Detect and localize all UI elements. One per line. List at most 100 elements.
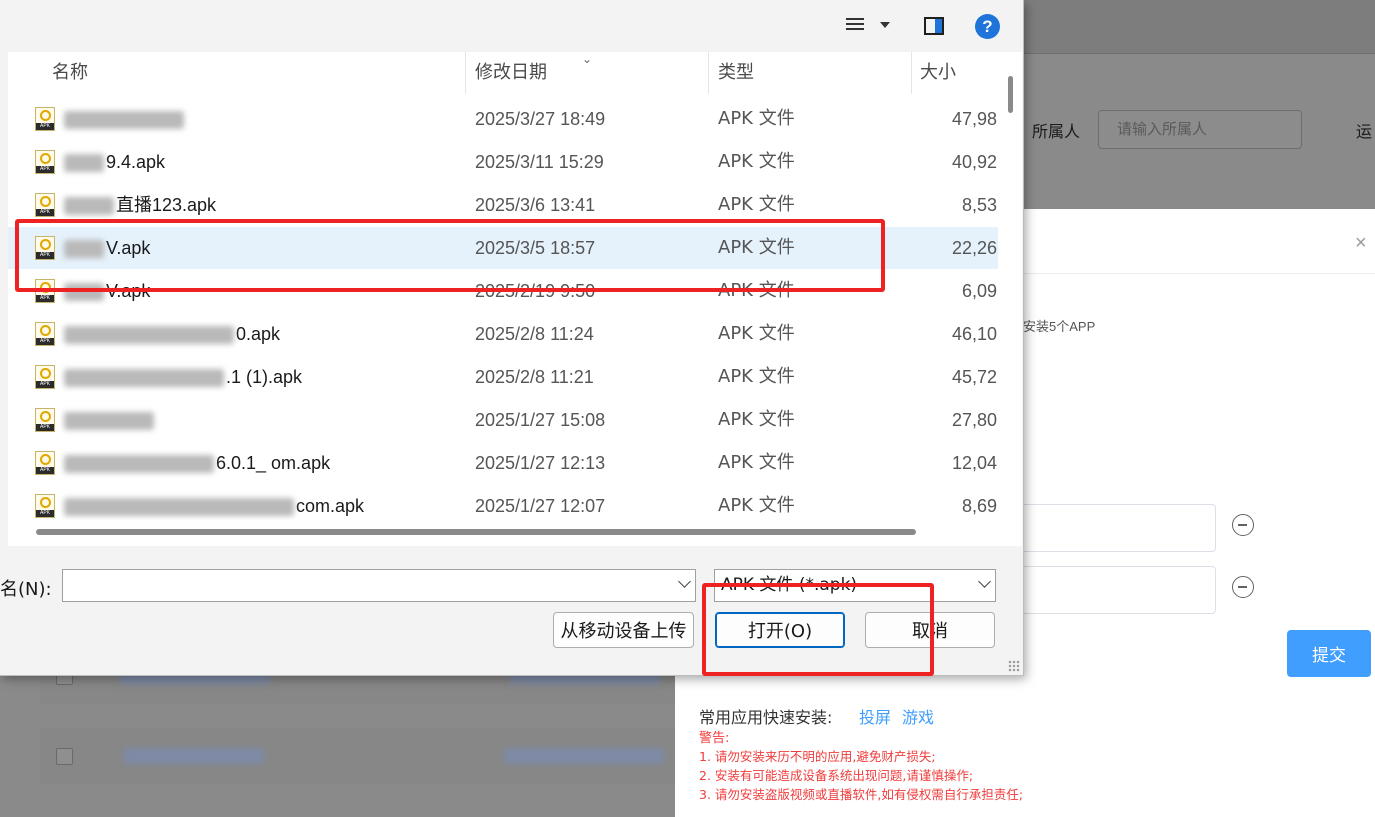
- file-date: 2025/2/8 11:24: [475, 324, 594, 344]
- file-name-text: 9.4.apk: [106, 152, 166, 172]
- file-date: 2025/3/27 18:49: [475, 109, 606, 129]
- upload-from-device-button[interactable]: 从移动设备上传: [553, 612, 694, 648]
- owner-input[interactable]: 请输入所属人: [1098, 110, 1302, 149]
- resize-grip-icon[interactable]: [1008, 660, 1020, 672]
- cancel-button[interactable]: 取消: [865, 612, 995, 648]
- apk-file-icon: APK: [35, 365, 55, 389]
- file-row[interactable]: APK 2025/1/27 15:08 APK 文件 27,80: [8, 399, 998, 441]
- file-row[interactable]: APK 6.0.1_ om.apk 2025/1/27 12:13 APK 文件 12,…: [8, 442, 998, 484]
- remove-minus-icon[interactable]: [1232, 576, 1254, 598]
- submit-button[interactable]: 提交: [1287, 630, 1371, 677]
- column-separator[interactable]: [708, 52, 709, 94]
- apk-file-icon: APK: [35, 494, 55, 518]
- file-type: APK 文件: [718, 108, 795, 129]
- redacted-name-part: [64, 369, 224, 388]
- chevron-down-icon[interactable]: [678, 575, 691, 588]
- redacted-name-part: [64, 455, 214, 474]
- help-icon[interactable]: ?: [975, 14, 1000, 39]
- file-name: com.apk: [64, 485, 364, 520]
- column-separator[interactable]: [465, 52, 466, 94]
- redacted-name-part: [64, 197, 114, 216]
- table-row: [40, 728, 680, 784]
- file-name: .1 (1).apk: [64, 356, 302, 398]
- redacted-name-part: [64, 498, 294, 517]
- file-date: 2025/2/19 9:50: [475, 281, 596, 301]
- filetype-value: APK 文件 (*.apk): [721, 575, 858, 595]
- warning-line: 3. 请勿安装盗版视频或直播软件,如有侵权需自行承担责任;: [699, 787, 1024, 802]
- file-type: APK 文件: [718, 237, 795, 258]
- file-size: 46,10: [951, 324, 997, 344]
- column-header-name[interactable]: 名称: [52, 52, 88, 94]
- file-row[interactable]: APK V.apk 2025/3/5 18:57 APK 文件 22,26: [8, 227, 998, 269]
- preview-pane-icon[interactable]: [924, 17, 944, 35]
- redacted-name-part: [64, 412, 154, 431]
- quick-link-games[interactable]: 游戏: [902, 704, 934, 728]
- horizontal-scroll-track: [8, 520, 1022, 546]
- chevron-down-icon: [978, 575, 991, 588]
- file-name: 6.0.1_ om.apk: [64, 442, 330, 484]
- filetype-select[interactable]: APK 文件 (*.apk): [714, 569, 996, 602]
- sort-caret-icon: ⌄: [582, 52, 593, 66]
- file-name-text: com.apk: [296, 496, 365, 516]
- redacted-name-part: [64, 240, 104, 259]
- file-row[interactable]: APK 0.apk 2025/2/8 11:24 APK 文件 46,10: [8, 313, 998, 355]
- apk-file-icon: APK: [35, 193, 55, 217]
- redacted-name-part: [64, 154, 104, 173]
- column-header-size[interactable]: 大小: [920, 52, 956, 94]
- view-menu-icon[interactable]: [846, 18, 866, 34]
- dialog-toolbar: ?: [0, 0, 1022, 52]
- redacted-name-part: [64, 326, 234, 345]
- file-type: APK 文件: [718, 409, 795, 430]
- install-limit-hint: 安装5个APP: [1023, 319, 1096, 334]
- op-label: 运: [1356, 124, 1373, 141]
- filename-input[interactable]: [62, 569, 696, 602]
- file-name: [64, 98, 186, 140]
- apk-file-icon: APK: [35, 236, 55, 260]
- file-size: 27,80: [951, 410, 997, 430]
- horizontal-scrollbar[interactable]: [36, 529, 916, 535]
- column-separator[interactable]: [911, 52, 912, 94]
- file-row[interactable]: APK 9.4.apk 2025/3/11 15:29 APK 文件 40,92: [8, 141, 998, 183]
- apk-file-icon: APK: [35, 279, 55, 303]
- file-row[interactable]: APK V.apk 2025/2/19 9:50 APK 文件 6,09: [8, 270, 998, 312]
- row-redacted-text: [504, 748, 664, 764]
- column-header-date[interactable]: 修改日期: [475, 52, 547, 94]
- remove-minus-icon[interactable]: [1232, 514, 1254, 536]
- file-size: 47,98: [951, 109, 997, 129]
- apk-file-icon: APK: [35, 107, 55, 131]
- apk-file-icon: APK: [35, 451, 55, 475]
- file-name: V.apk: [64, 270, 150, 312]
- file-date: 2025/1/27 12:07: [475, 496, 606, 516]
- file-open-dialog: ? 名称 ⌄ 修改日期 类型 大小 APK 2025/3/27 18:49 APK …: [0, 0, 1024, 676]
- apk-file-icon: APK: [35, 322, 55, 346]
- file-row[interactable]: APK 2025/3/27 18:49 APK 文件 47,98: [8, 98, 998, 140]
- file-name: 直播123.apk: [64, 184, 216, 226]
- open-button[interactable]: 打开(O): [715, 612, 845, 648]
- file-name-text: 6.0.1_ om.apk: [216, 453, 331, 473]
- file-list[interactable]: 名称 ⌄ 修改日期 类型 大小 APK 2025/3/27 18:49 APK 文件…: [8, 52, 1022, 520]
- quick-install-label: 常用应用快速安装:: [699, 708, 833, 727]
- file-row[interactable]: APK .1 (1).apk 2025/2/8 11:21 APK 文件 45,72: [8, 356, 998, 398]
- row-checkbox[interactable]: [56, 748, 73, 765]
- app-url-input[interactable]: [1005, 504, 1216, 552]
- app-url-input[interactable]: [1005, 566, 1216, 614]
- filename-label: 名(N):: [0, 579, 52, 600]
- chevron-down-icon[interactable]: [880, 22, 890, 28]
- file-row[interactable]: APK com.apk 2025/1/27 12:07 APK 文件 8,69: [8, 485, 998, 520]
- file-size: 6,09: [961, 281, 997, 301]
- file-row[interactable]: APK 直播123.apk 2025/3/6 13:41 APK 文件 8,53: [8, 184, 998, 226]
- vertical-scrollbar[interactable]: [1008, 76, 1013, 113]
- redacted-name-part: [64, 111, 184, 130]
- file-type: APK 文件: [718, 280, 795, 301]
- file-name: [64, 399, 156, 441]
- column-header-type[interactable]: 类型: [718, 52, 754, 94]
- row-redacted-text: [124, 748, 264, 764]
- close-icon[interactable]: ×: [1355, 233, 1367, 253]
- file-type: APK 文件: [718, 323, 795, 344]
- quick-link-screencast[interactable]: 投屏: [859, 704, 891, 728]
- warning-line: 1. 请勿安装来历不明的应用,避免财产损失;: [699, 749, 936, 764]
- file-size: 12,04: [951, 453, 997, 473]
- file-date: 2025/3/11 15:29: [475, 152, 604, 172]
- file-name-text: .1 (1).apk: [226, 367, 303, 387]
- file-type: APK 文件: [718, 194, 795, 215]
